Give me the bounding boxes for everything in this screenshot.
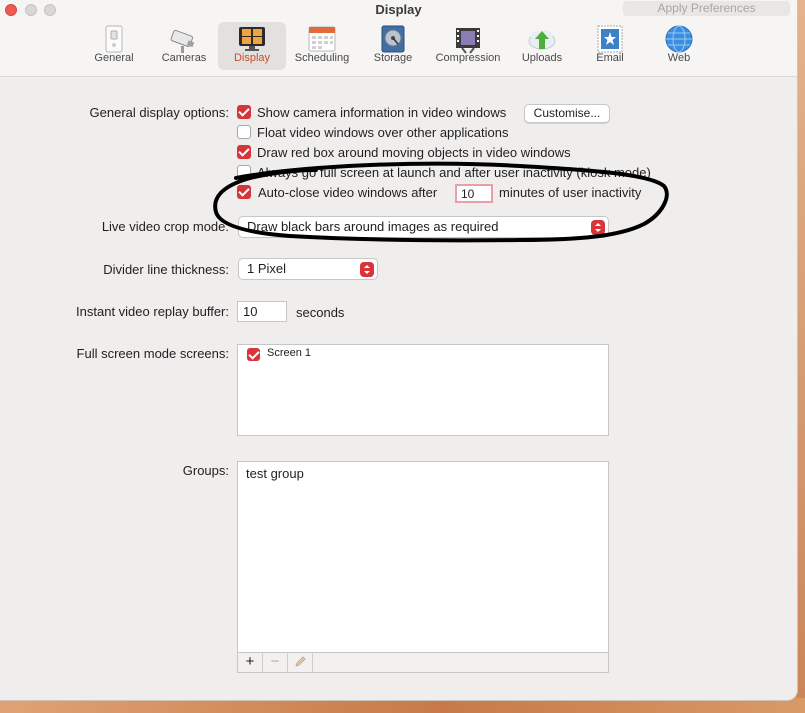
replay-buffer-input[interactable]: 10 [237, 301, 287, 322]
calendar-icon [307, 24, 337, 54]
tab-scheduling-label: Scheduling [294, 52, 350, 64]
tab-general-label: General [94, 52, 134, 64]
show-camera-info-label: Show camera information in video windows [257, 105, 507, 120]
replay-buffer-label: Instant video replay buffer: [76, 304, 229, 319]
screen-1-label: Screen 1 [267, 347, 312, 359]
divider-thickness-select[interactable]: 1 Pixel [238, 258, 378, 280]
upload-cloud-icon [527, 24, 557, 54]
crop-mode-select[interactable]: Draw black bars around images as require… [238, 216, 609, 238]
add-group-button[interactable]: + [238, 653, 263, 672]
chevron-updown-icon [360, 262, 374, 277]
tab-uploads-label: Uploads [521, 52, 563, 64]
remove-group-button[interactable]: − [263, 653, 288, 672]
edit-group-button[interactable] [288, 653, 313, 672]
float-video-windows-label: Float video windows over other applicati… [257, 125, 509, 140]
auto-close-checkbox[interactable] [237, 185, 251, 199]
divider-thickness-value: 1 Pixel [247, 261, 287, 276]
screen-1-checkbox[interactable] [247, 348, 260, 361]
display-icon [237, 24, 267, 54]
auto-close-minutes-input[interactable]: 10 [455, 184, 493, 203]
film-icon [453, 24, 483, 54]
desktop-wallpaper [0, 698, 805, 713]
globe-icon [664, 24, 694, 54]
kiosk-mode-checkbox[interactable] [237, 165, 251, 179]
tab-display[interactable]: Display [218, 22, 286, 70]
crop-mode-label: Live video crop mode: [101, 219, 229, 234]
draw-red-box-label: Draw red box around moving objects in vi… [257, 145, 571, 160]
groups-list-toolbar: + − [238, 652, 608, 672]
pencil-icon [293, 656, 307, 673]
groups-list: test group + − [237, 461, 609, 673]
apply-preferences-button[interactable]: Apply Preferences [623, 1, 790, 16]
tab-storage-label: Storage [373, 52, 413, 64]
crop-mode-value: Draw black bars around images as require… [247, 219, 499, 234]
groups-label: Groups: [182, 463, 229, 478]
tab-email[interactable]: Email [588, 22, 632, 70]
hard-disk-icon [378, 24, 408, 54]
tab-general[interactable]: General [90, 22, 138, 70]
draw-red-box-checkbox[interactable] [237, 145, 251, 159]
tab-cameras-label: Cameras [161, 52, 207, 64]
tab-web[interactable]: Web [657, 22, 701, 70]
float-video-windows-checkbox[interactable] [237, 125, 251, 139]
chevron-updown-icon [591, 220, 605, 235]
tab-email-label: Email [596, 52, 624, 64]
kiosk-mode-label: Always go full screen at launch and afte… [257, 165, 651, 180]
tab-scheduling[interactable]: Scheduling [290, 22, 354, 70]
tab-cameras[interactable]: Cameras [157, 22, 211, 70]
camera-icon [169, 24, 199, 54]
show-camera-info-checkbox[interactable] [237, 105, 251, 119]
desktop-background [797, 0, 805, 713]
customise-button[interactable]: Customise... [524, 104, 610, 123]
divider-thickness-label: Divider line thickness: [103, 262, 229, 277]
general-icon [99, 24, 129, 54]
email-stamp-icon [595, 24, 625, 54]
toolbar: Display Apply Preferences General Camera… [0, 0, 797, 77]
tab-storage[interactable]: Storage [367, 22, 419, 70]
tab-web-label: Web [667, 52, 691, 64]
tab-compression[interactable]: Compression [430, 22, 506, 70]
auto-close-label-after: minutes of user inactivity [499, 185, 642, 200]
group-item[interactable]: test group [246, 466, 304, 481]
general-display-options-label: General display options: [89, 105, 229, 120]
tab-display-label: Display [233, 52, 271, 64]
auto-close-label-before: Auto-close video windows after [258, 185, 438, 200]
tab-uploads[interactable]: Uploads [516, 22, 568, 70]
fullscreen-screens-label: Full screen mode screens: [76, 346, 229, 361]
preferences-window: Display Apply Preferences General Camera… [0, 0, 797, 700]
fullscreen-screens-list: Screen 1 [237, 344, 609, 436]
tab-compression-label: Compression [435, 52, 501, 64]
replay-buffer-unit: seconds [296, 305, 345, 320]
